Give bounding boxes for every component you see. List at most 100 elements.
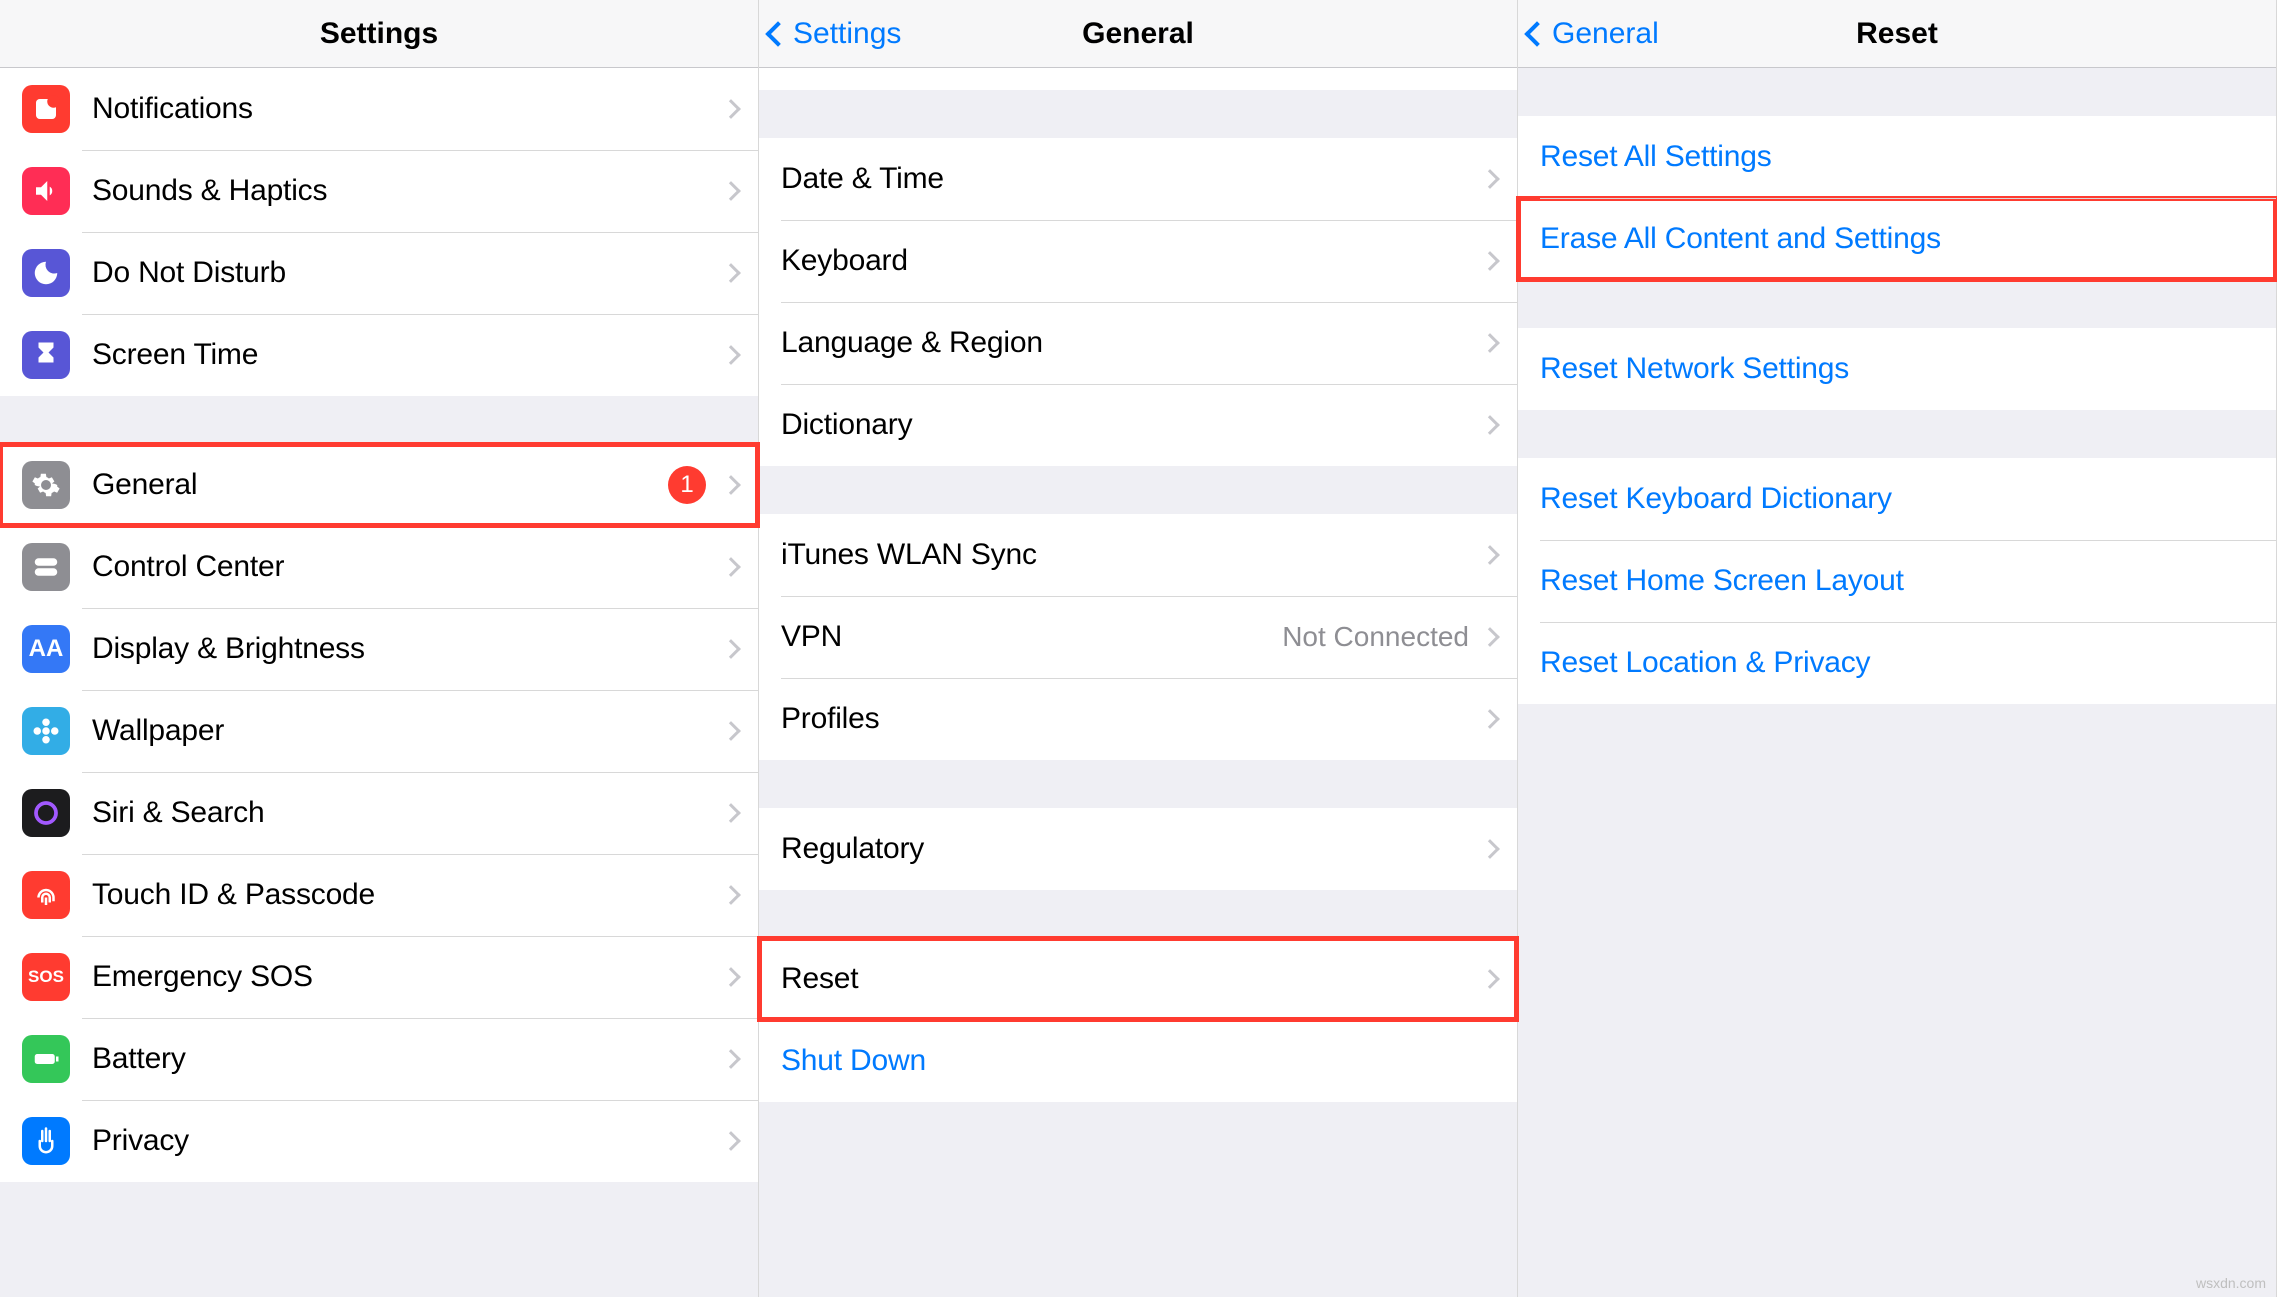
row-emergency-sos[interactable]: SOS Emergency SOS (0, 936, 758, 1018)
reset-navbar: General Reset (1518, 0, 2276, 68)
row-profiles[interactable]: Profiles (759, 678, 1517, 760)
row-reset-all-settings[interactable]: Reset All Settings (1518, 116, 2276, 198)
chevron-right-icon (1480, 627, 1500, 647)
row-screen-time[interactable]: Screen Time (0, 314, 758, 396)
row-regulatory[interactable]: Regulatory (759, 808, 1517, 890)
settings-panel: Settings Notifications Sounds & Haptics … (0, 0, 759, 1297)
general-group-4: Reset Shut Down (759, 938, 1517, 1102)
badge: 1 (668, 466, 706, 504)
group-separator (1518, 704, 2276, 1297)
row-label: Privacy (92, 1124, 724, 1158)
row-display-brightness[interactable]: AA Display & Brightness (0, 608, 758, 690)
row-label: Reset All Settings (1540, 140, 2256, 174)
group-separator (759, 90, 1517, 138)
hourglass-icon (22, 331, 70, 379)
row-siri-search[interactable]: Siri & Search (0, 772, 758, 854)
row-touch-id[interactable]: Touch ID & Passcode (0, 854, 758, 936)
row-reset-location-privacy[interactable]: Reset Location & Privacy (1518, 622, 2276, 704)
group-separator (759, 890, 1517, 938)
chevron-right-icon (721, 181, 741, 201)
group-separator (759, 466, 1517, 514)
reset-panel: General Reset Reset All Settings Erase A… (1518, 0, 2277, 1297)
row-battery[interactable]: Battery (0, 1018, 758, 1100)
row-label: Battery (92, 1042, 724, 1076)
group-separator (1518, 410, 2276, 458)
chevron-right-icon (1480, 969, 1500, 989)
sounds-icon (22, 167, 70, 215)
row-label: VPN (781, 620, 1282, 654)
row-control-center[interactable]: Control Center (0, 526, 758, 608)
chevron-right-icon (721, 99, 741, 119)
row-label: Language & Region (781, 326, 1483, 360)
group-separator (759, 760, 1517, 808)
moon-icon (22, 249, 70, 297)
watermark: wsxdn.com (2196, 1275, 2266, 1291)
row-label: Touch ID & Passcode (92, 878, 724, 912)
row-label: General (92, 468, 668, 502)
row-label: Erase All Content and Settings (1540, 222, 2256, 256)
row-keyboard[interactable]: Keyboard (759, 220, 1517, 302)
row-vpn[interactable]: VPN Not Connected (759, 596, 1517, 678)
row-label: Date & Time (781, 162, 1483, 196)
row-reset-home-screen-layout[interactable]: Reset Home Screen Layout (1518, 540, 2276, 622)
row-erase-all-content[interactable]: Erase All Content and Settings (1518, 198, 2276, 280)
row-label: Emergency SOS (92, 960, 724, 994)
settings-group-2: General 1 Control Center AA Display & Br… (0, 444, 758, 1182)
chevron-right-icon (721, 803, 741, 823)
chevron-right-icon (1480, 333, 1500, 353)
row-wallpaper[interactable]: Wallpaper (0, 690, 758, 772)
back-button[interactable]: General (1528, 17, 1659, 51)
row-label: Reset Keyboard Dictionary (1540, 482, 2256, 516)
back-label: General (1552, 17, 1659, 51)
group-separator (1518, 280, 2276, 328)
chevron-right-icon (721, 557, 741, 577)
row-label: Keyboard (781, 244, 1483, 278)
row-itunes-wlan-sync[interactable]: iTunes WLAN Sync (759, 514, 1517, 596)
back-label: Settings (793, 17, 901, 51)
back-button[interactable]: Settings (769, 17, 901, 51)
row-reset[interactable]: Reset (759, 938, 1517, 1020)
row-date-time[interactable]: Date & Time (759, 138, 1517, 220)
row-dictionary[interactable]: Dictionary (759, 384, 1517, 466)
text-size-icon: AA (22, 625, 70, 673)
row-reset-keyboard-dictionary[interactable]: Reset Keyboard Dictionary (1518, 458, 2276, 540)
gear-icon (22, 461, 70, 509)
row-label: Notifications (92, 92, 724, 126)
general-panel: Settings General Date & Time Keyboard La… (759, 0, 1518, 1297)
row-do-not-disturb[interactable]: Do Not Disturb (0, 232, 758, 314)
reset-group-1: Reset All Settings Erase All Content and… (1518, 116, 2276, 280)
general-group-2: iTunes WLAN Sync VPN Not Connected Profi… (759, 514, 1517, 760)
row-label: Regulatory (781, 832, 1483, 866)
chevron-right-icon (1480, 251, 1500, 271)
row-label: Reset Network Settings (1540, 352, 2256, 386)
battery-icon (22, 1035, 70, 1083)
row-label: Shut Down (781, 1044, 1497, 1078)
chevron-right-icon (1480, 169, 1500, 189)
row-notifications[interactable]: Notifications (0, 68, 758, 150)
chevron-right-icon (721, 967, 741, 987)
chevron-right-icon (1480, 415, 1500, 435)
general-navbar: Settings General (759, 0, 1517, 68)
row-shut-down[interactable]: Shut Down (759, 1020, 1517, 1102)
chevron-right-icon (721, 1131, 741, 1151)
row-label: Dictionary (781, 408, 1483, 442)
chevron-left-icon (765, 21, 790, 46)
reset-title: Reset (1856, 17, 1938, 51)
chevron-right-icon (721, 639, 741, 659)
settings-group-1: Notifications Sounds & Haptics Do Not Di… (0, 68, 758, 396)
switches-icon (22, 543, 70, 591)
row-label: Reset Location & Privacy (1540, 646, 2256, 680)
row-reset-network-settings[interactable]: Reset Network Settings (1518, 328, 2276, 410)
chevron-right-icon (721, 885, 741, 905)
chevron-right-icon (1480, 545, 1500, 565)
row-privacy[interactable]: Privacy (0, 1100, 758, 1182)
row-label: Sounds & Haptics (92, 174, 724, 208)
row-language-region[interactable]: Language & Region (759, 302, 1517, 384)
hand-icon (22, 1117, 70, 1165)
row-label: Profiles (781, 702, 1483, 736)
chevron-right-icon (721, 475, 741, 495)
row-general[interactable]: General 1 (0, 444, 758, 526)
row-sounds-haptics[interactable]: Sounds & Haptics (0, 150, 758, 232)
group-separator (0, 396, 758, 444)
settings-title: Settings (320, 17, 438, 51)
